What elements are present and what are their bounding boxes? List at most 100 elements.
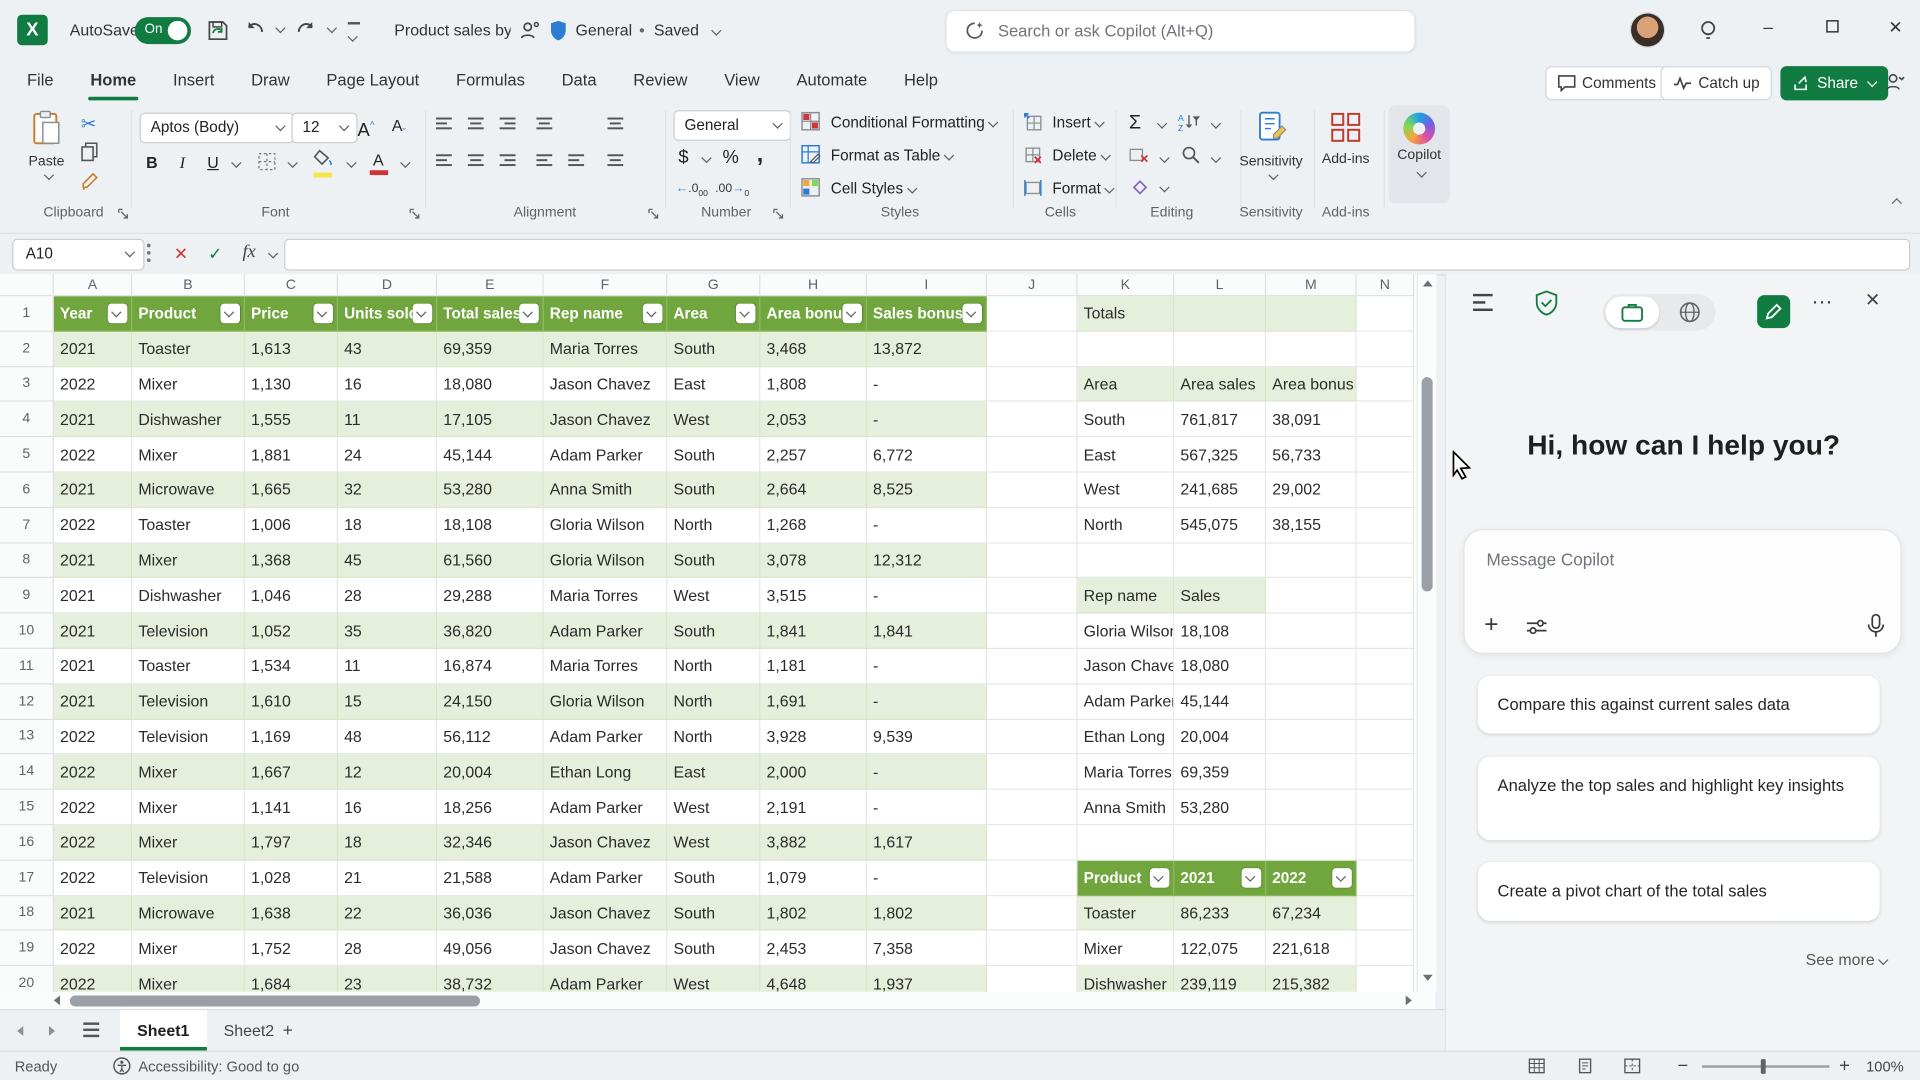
cell-G10[interactable]: South [667,614,760,649]
tab-insert[interactable]: Insert [158,61,229,103]
cell-A17[interactable]: 2022 [54,861,132,896]
cell-B15[interactable]: Mixer [132,790,245,825]
tab-file[interactable]: File [12,61,68,103]
addins-button[interactable]: Add-ins [1313,108,1379,167]
column-header-G[interactable]: G [667,274,760,296]
cell-D16[interactable]: 18 [338,825,437,860]
cell-N14[interactable] [1357,755,1415,790]
cell-J18[interactable] [987,896,1078,931]
page-break-view-icon[interactable] [1624,1058,1641,1078]
cell-C20[interactable]: 1,684 [245,966,338,991]
column-header-F[interactable]: F [544,274,668,296]
cell-B3[interactable]: Mixer [132,367,245,402]
find-select-chevron-icon[interactable] [1211,153,1221,163]
cell-D9[interactable]: 28 [338,578,437,613]
cell-B6[interactable]: Microwave [132,473,245,508]
search-bar[interactable] [945,10,1415,53]
row-header-8[interactable]: 8 [0,543,54,578]
zoom-slider-thumb[interactable] [1761,1059,1766,1074]
attach-plus-icon[interactable]: + [1484,611,1498,639]
cell-F2[interactable]: Maria Torres [544,332,668,367]
cell-C13[interactable]: 1,169 [245,720,338,755]
options-sliders-icon[interactable] [1526,618,1548,641]
cell-D6[interactable]: 32 [338,473,437,508]
cell-N15[interactable] [1357,790,1415,825]
format-cells-button[interactable]: Format [1024,174,1113,203]
cell-L18[interactable]: 86,233 [1174,896,1266,931]
cell-N13[interactable] [1357,720,1415,755]
cell-C1[interactable]: Price [245,296,338,331]
cell-F3[interactable]: Jason Chavez [544,367,668,402]
cell-L16[interactable] [1174,825,1266,860]
row-header-15[interactable]: 15 [0,790,54,825]
cell-E9[interactable]: 29,288 [437,578,544,613]
row-header-11[interactable]: 11 [0,649,54,684]
cell-J17[interactable] [987,861,1078,896]
cell-A5[interactable]: 2022 [54,437,132,472]
microphone-icon[interactable] [1866,613,1886,644]
cell-E16[interactable]: 32,346 [437,825,544,860]
row-header-1[interactable]: 1 [0,296,54,331]
cell-B5[interactable]: Mixer [132,437,245,472]
cell-E7[interactable]: 18,108 [437,508,544,543]
cell-E13[interactable]: 56,112 [437,720,544,755]
sensitivity-button[interactable]: Sensitivity [1234,108,1307,184]
minimize-button[interactable]: – [1744,0,1793,54]
add-sheet-button[interactable]: + [277,1020,299,1042]
cell-I12[interactable]: - [867,684,987,719]
fill-color-chevron-icon[interactable] [346,158,356,168]
cell-A15[interactable]: 2022 [54,790,132,825]
borders-chevron-icon[interactable] [287,158,297,168]
scroll-up-icon[interactable] [1423,280,1433,286]
row-header-14[interactable]: 14 [0,755,54,790]
cell-A1[interactable]: Year [54,296,132,331]
cell-I14[interactable]: - [867,755,987,790]
cell-M8[interactable] [1266,543,1357,578]
row-header-17[interactable]: 17 [0,861,54,896]
cell-F8[interactable]: Gloria Wilson [544,543,668,578]
sort-filter-icon[interactable]: AZ [1178,113,1200,139]
cell-C6[interactable]: 1,665 [245,473,338,508]
cell-L5[interactable]: 567,325 [1174,437,1266,472]
cell-G9[interactable]: West [667,578,760,613]
row-header-9[interactable]: 9 [0,578,54,613]
cell-K16[interactable] [1078,825,1175,860]
accessibility-icon[interactable] [113,1057,131,1079]
filter-button[interactable] [220,304,240,324]
number-format-combo[interactable]: General [673,110,791,141]
document-title[interactable]: Product sales by... [394,0,510,61]
cell-M14[interactable] [1266,755,1357,790]
fill-color-icon[interactable] [313,149,334,177]
cell-M17[interactable]: 2022 [1266,861,1357,896]
cell-N11[interactable] [1357,649,1415,684]
align-center-icon[interactable] [468,152,485,167]
cell-A19[interactable]: 2022 [54,931,132,966]
cell-G20[interactable]: West [667,966,760,991]
cell-B14[interactable]: Mixer [132,755,245,790]
cell-E15[interactable]: 18,256 [437,790,544,825]
cut-icon[interactable]: ✂ [81,113,96,135]
cell-H17[interactable]: 1,079 [760,861,867,896]
cell-D15[interactable]: 16 [338,790,437,825]
zoom-level[interactable]: 100% [1866,1058,1904,1075]
font-color-icon[interactable]: A [370,147,387,174]
cell-J20[interactable] [987,966,1078,991]
tab-help[interactable]: Help [889,61,952,103]
font-color-chevron-icon[interactable] [400,158,410,168]
cell-I9[interactable]: - [867,578,987,613]
cell-K13[interactable]: Ethan Long [1078,720,1175,755]
cell-M5[interactable]: 56,733 [1266,437,1357,472]
italic-button[interactable]: I [174,149,191,176]
scroll-right-icon[interactable] [1406,996,1412,1006]
cell-B20[interactable]: Mixer [132,966,245,991]
cell-C12[interactable]: 1,610 [245,684,338,719]
cell-L11[interactable]: 18,080 [1174,649,1266,684]
filter-button[interactable] [962,304,982,324]
cell-E3[interactable]: 18,080 [437,367,544,402]
cell-M7[interactable]: 38,155 [1266,508,1357,543]
sort-filter-chevron-icon[interactable] [1211,118,1221,128]
scroll-left-icon[interactable] [54,996,60,1006]
cell-K4[interactable]: South [1078,402,1175,437]
cell-I15[interactable]: - [867,790,987,825]
tab-page-layout[interactable]: Page Layout [312,61,434,103]
